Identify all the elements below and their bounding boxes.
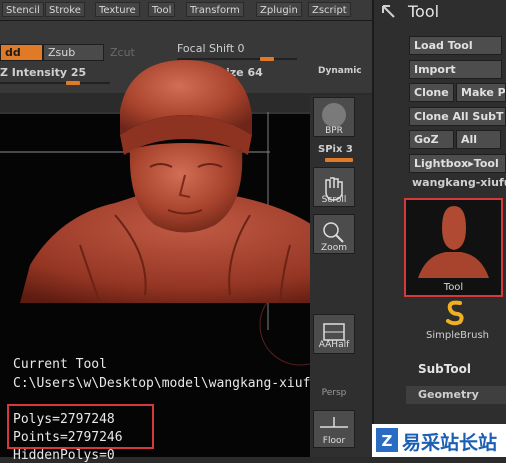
floor-label: Floor bbox=[322, 436, 346, 446]
watermark-text: 易采站长站 bbox=[402, 432, 498, 454]
hidden-polys-count: HiddenPolys=0 bbox=[13, 448, 115, 463]
zoom-label: Zoom bbox=[321, 243, 347, 253]
svg-text:Z: Z bbox=[382, 432, 393, 450]
simplebrush-icon[interactable] bbox=[444, 298, 466, 326]
import-button[interactable]: Import bbox=[409, 60, 502, 79]
tool-panel-arrow-icon[interactable] bbox=[380, 3, 400, 21]
tool-panel-title: Tool bbox=[408, 2, 440, 21]
tool-thumbnail[interactable]: Tool bbox=[404, 198, 503, 297]
simplebrush-label[interactable]: SimpleBrush bbox=[426, 330, 489, 341]
watermark-logo-icon: Z bbox=[376, 428, 398, 452]
goz-button[interactable]: GoZ bbox=[409, 130, 454, 149]
bpr-label: BPR bbox=[325, 126, 343, 136]
bust-model-image bbox=[20, 60, 358, 304]
floor-grid-icon bbox=[320, 417, 348, 428]
tool-thumbnail-image bbox=[418, 206, 489, 278]
persp-label[interactable]: Persp bbox=[308, 388, 360, 398]
subtool-section[interactable]: SubTool bbox=[418, 362, 471, 376]
scroll-label: Scroll bbox=[321, 195, 347, 205]
clone-all-subtools-button[interactable]: Clone All SubT bbox=[409, 107, 506, 126]
tool-thumbnail-label: Tool bbox=[443, 282, 464, 293]
spix-thumb[interactable] bbox=[325, 158, 353, 162]
current-tool-path: C:\Users\w\Desktop\model\wangkang-xiufu bbox=[13, 376, 319, 391]
current-tool-label: Current Tool bbox=[13, 357, 107, 372]
goz-all-button[interactable]: All bbox=[456, 130, 501, 149]
current-tool-name: wangkang-xiufu bbox=[412, 176, 506, 189]
polycount-highlight bbox=[7, 404, 154, 449]
geometry-section[interactable]: Geometry bbox=[406, 386, 506, 404]
lightbox-tools-button[interactable]: Lightbox▸Tool bbox=[409, 154, 506, 173]
load-tool-button[interactable]: Load Tool bbox=[409, 36, 502, 55]
aahalf-label: AAHalf bbox=[318, 340, 350, 350]
clone-button[interactable]: Clone bbox=[409, 83, 454, 102]
menu-zscript[interactable]: Zscript bbox=[308, 2, 351, 17]
spix-slider[interactable]: SPix 3 bbox=[318, 144, 353, 155]
make-polymesh-button[interactable]: Make P bbox=[456, 83, 506, 102]
site-watermark: Z 易采站长站 bbox=[372, 424, 506, 457]
